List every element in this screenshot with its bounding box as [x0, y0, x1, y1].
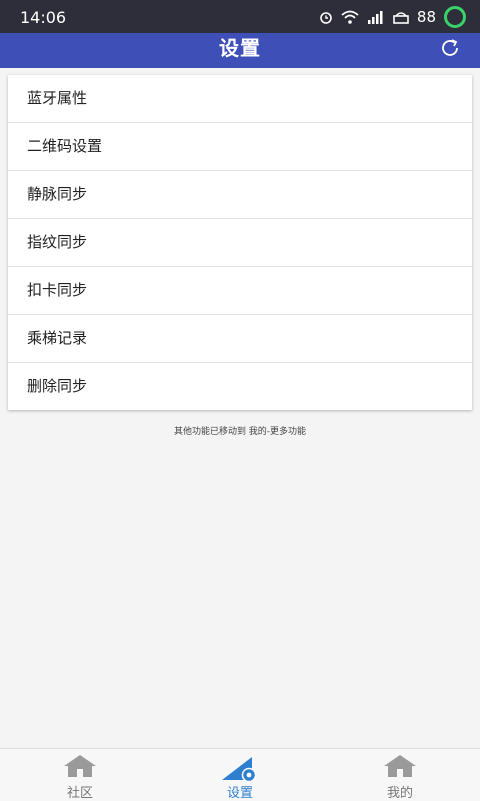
menu-item-qrcode[interactable]: 二维码设置 [8, 123, 472, 171]
wifi-icon [341, 10, 359, 24]
home-icon [384, 755, 416, 777]
menu-item-elevator-records[interactable]: 乘梯记录 [8, 315, 472, 363]
status-bar: 14:06 88 [0, 0, 480, 33]
refresh-icon[interactable] [438, 36, 462, 60]
hint-text: 其他功能已移动到 我的-更多功能 [173, 427, 307, 437]
menu-item-fingerprint-sync[interactable]: 指纹同步 [8, 219, 472, 267]
tab-community[interactable]: 社区 [0, 749, 160, 801]
page-title: 设置 [219, 36, 261, 60]
app-bar: 设置 [0, 33, 480, 68]
settings-menu: 蓝牙属性 二维码设置 静脉同步 指纹同步 扣卡同步 乘梯记录 删除同步 [8, 75, 472, 410]
menu-item-vein-sync[interactable]: 静脉同步 [8, 171, 472, 219]
tab-label: 设置 [226, 786, 253, 801]
menu-item-card-sync[interactable]: 扣卡同步 [8, 267, 472, 315]
battery-level: 88 [416, 8, 436, 26]
bottom-tab-bar: 社区 设置 我的 [0, 748, 480, 801]
status-icons: 88 [319, 6, 466, 28]
menu-item-delete-sync[interactable]: 删除同步 [8, 363, 472, 410]
alarm-icon [320, 12, 332, 24]
tab-mine[interactable]: 我的 [320, 749, 480, 801]
battery-ring-icon [444, 6, 466, 28]
home-icon [64, 755, 96, 777]
menu-item-bluetooth[interactable]: 蓝牙属性 [8, 75, 472, 123]
status-time: 14:06 [20, 8, 67, 27]
hd-signal-icon [393, 12, 409, 24]
tab-label: 我的 [386, 786, 413, 801]
tab-settings[interactable]: 设置 [160, 749, 320, 801]
tab-label: 社区 [66, 786, 93, 801]
signal-icon [367, 11, 383, 24]
settings-icon [222, 757, 257, 783]
